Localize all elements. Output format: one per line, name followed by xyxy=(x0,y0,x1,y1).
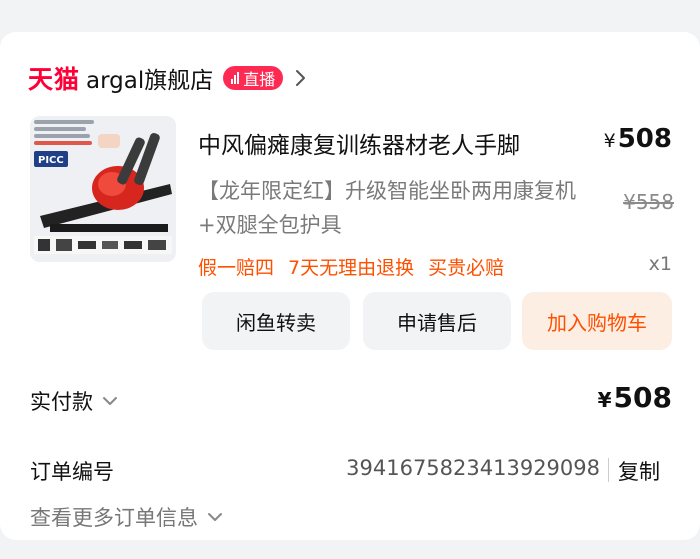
service-tag: 买贵必赔 xyxy=(428,257,505,279)
order-number-label: 订单编号 xyxy=(30,460,114,484)
live-label: 直播 xyxy=(243,70,276,89)
after-sales-button[interactable]: 申请售后 xyxy=(363,292,511,350)
paid-label: 实付款 xyxy=(30,390,93,414)
picc-badge: PICC xyxy=(38,155,64,166)
paid-value: 508 xyxy=(613,381,672,414)
paid-amount-toggle[interactable]: 实付款 xyxy=(30,386,119,416)
bottom-background xyxy=(0,540,700,559)
product-thumbnail[interactable]: PICC xyxy=(30,116,176,262)
shop-name[interactable]: argal旗舰店 xyxy=(86,61,213,95)
service-tag: 假一赔四 xyxy=(198,257,275,279)
resell-button[interactable]: 闲鱼转卖 xyxy=(202,292,350,350)
more-order-info-label: 查看更多订单信息 xyxy=(30,506,198,530)
order-number: 3941675823413929098 xyxy=(346,456,600,480)
product-title[interactable]: 中风偏瘫康复训练器材老人手脚 xyxy=(198,126,578,160)
chevron-down-icon xyxy=(103,397,117,405)
add-to-cart-button[interactable]: 加入购物车 xyxy=(522,292,672,350)
shop-header[interactable]: 天猫 argal旗舰店 直播 xyxy=(28,60,311,96)
chevron-down-icon xyxy=(208,513,222,521)
more-order-info-toggle[interactable]: 查看更多订单信息 xyxy=(30,502,224,532)
product-price: ¥508 xyxy=(596,124,672,154)
live-bars-icon xyxy=(231,72,240,84)
service-tags: 假一赔四 7天无理由退换 买贵必赔 xyxy=(198,253,504,280)
copy-button[interactable]: 复制 xyxy=(618,456,660,486)
tmall-logo: 天猫 xyxy=(28,65,81,94)
chevron-right-icon[interactable] xyxy=(289,67,311,89)
paid-amount: ¥508 xyxy=(560,381,672,414)
product-image: PICC xyxy=(30,116,176,262)
product-spec: 【龙年限定红】升级智能坐卧两用康复机+双腿全包护具 xyxy=(198,179,576,237)
quantity: x1 xyxy=(648,253,672,275)
price-value: 508 xyxy=(617,124,672,154)
divider xyxy=(608,458,609,482)
original-price: ¥558 xyxy=(623,190,674,214)
top-background xyxy=(0,0,700,18)
paid-symbol: ¥ xyxy=(597,388,612,412)
live-badge[interactable]: 直播 xyxy=(223,66,284,90)
price-symbol: ¥ xyxy=(603,130,616,152)
service-tag: 7天无理由退换 xyxy=(288,257,415,279)
